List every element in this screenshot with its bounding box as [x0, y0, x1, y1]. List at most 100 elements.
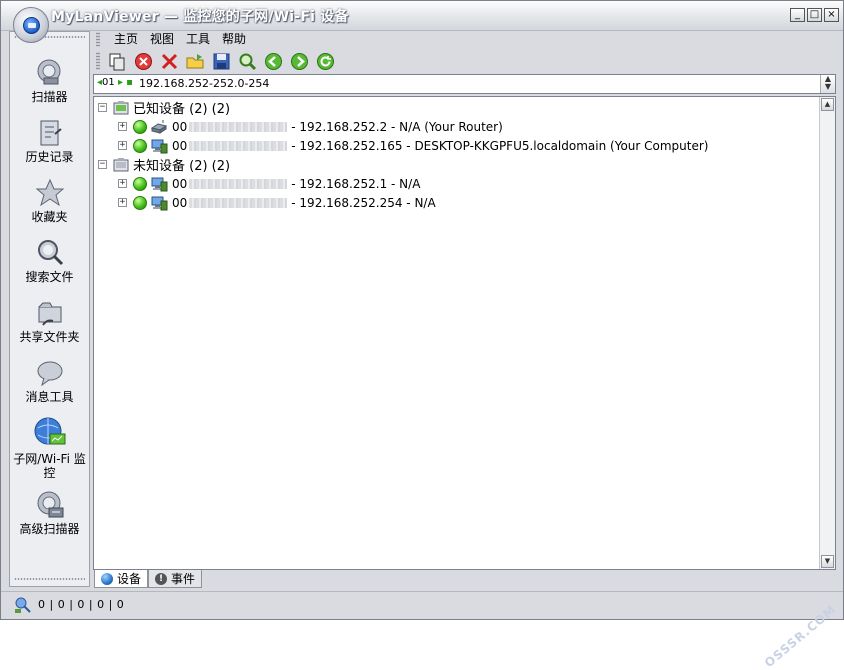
tree-row-device[interactable]: + 00 - 192.168.252.1 - N/A [118, 174, 420, 193]
ip-range-spinner[interactable]: ▲ ▼ [820, 75, 835, 93]
stop-button[interactable] [133, 51, 154, 72]
menu-grip[interactable] [96, 32, 100, 47]
subnet-monitor-icon [33, 416, 67, 450]
unknown-devices-icon [113, 157, 129, 171]
app-window: MyLanViewer — 监控您的子网/Wi-Fi 设备 _ □ × 扫描器 … [0, 0, 844, 670]
device-mac-prefix: 00 [172, 119, 188, 134]
menu-help[interactable]: 帮助 [216, 31, 252, 48]
device-tree[interactable]: − 已知设备 (2) (2) + 00 - 192.168.252.2 - N/… [93, 96, 836, 570]
expand-toggle[interactable]: + [118, 179, 127, 188]
tab-label: 事件 [171, 572, 196, 586]
ip-range-value: 192.168.252-252.0-254 [139, 77, 270, 90]
device-mac-prefix: 00 [172, 195, 188, 210]
find-icon [239, 53, 257, 70]
online-status-icon [133, 119, 147, 134]
device-info: - 192.168.252.254 - N/A [291, 195, 436, 210]
expand-toggle[interactable]: + [118, 122, 127, 131]
sidebar-item-shared-folders[interactable]: 共享文件夹 [10, 298, 89, 344]
masked-mac-address [189, 140, 288, 151]
devices-tab-icon [101, 572, 113, 585]
vertical-scrollbar[interactable]: ▲ ▼ [819, 97, 835, 569]
computer-icon [151, 196, 168, 210]
expand-toggle[interactable]: + [118, 198, 127, 207]
save-icon [213, 53, 230, 69]
ip-range-field[interactable]: ◂01 ▸ ▪ 192.168.252-252.0-254 ▲ ▼ [93, 74, 836, 94]
sidebar-item-label: 共享文件夹 [19, 330, 80, 344]
main-panel: 主页 视图 工具 帮助 ◂01 ▸ ▪ 192.168.252-252.0-25… [91, 31, 839, 589]
menu-tools[interactable]: 工具 [180, 31, 216, 48]
copy-button[interactable] [107, 51, 128, 72]
sidebar-item-message-tools[interactable]: 消息工具 [10, 358, 89, 404]
sidebar-item-label: 收藏夹 [31, 210, 68, 224]
collapse-toggle[interactable]: − [98, 160, 107, 169]
tab-events[interactable]: ! 事件 [148, 570, 203, 588]
advanced-scanner-icon [35, 490, 65, 520]
delete-button[interactable] [159, 51, 180, 72]
sidebar-item-scanner[interactable]: 扫描器 [10, 58, 89, 104]
sidebar-item-subnet-monitor[interactable]: 子网/Wi-Fi 监控 [10, 416, 89, 480]
find-button[interactable] [237, 51, 258, 72]
back-button[interactable] [263, 51, 284, 72]
tree-row-device[interactable]: + 00 - 192.168.252.254 - N/A [118, 193, 436, 212]
online-status-icon [133, 195, 147, 210]
computer-icon [151, 177, 168, 191]
sidebar-item-label: 子网/Wi-Fi 监控 [13, 452, 86, 480]
tree-group-label: 已知设备 (2) (2) [133, 102, 231, 117]
tree-group-known[interactable]: − 已知设备 (2) (2) [98, 98, 230, 117]
maximize-button[interactable]: □ [807, 8, 822, 22]
sidebar-item-label: 消息工具 [25, 390, 74, 404]
toolbar [96, 50, 336, 72]
info-icon: ! [155, 572, 168, 585]
router-icon [150, 119, 168, 134]
collapse-toggle[interactable]: − [98, 103, 107, 112]
refresh-button[interactable] [315, 51, 336, 72]
computer-icon [151, 139, 168, 153]
tree-row-device[interactable]: + 00 - 192.168.252.165 - DESKTOP-KKGPFU5… [118, 136, 708, 155]
known-devices-icon [113, 100, 129, 114]
status-counters: 0 | 0 | 0 | 0 | 0 [38, 598, 124, 611]
close-button[interactable]: × [824, 8, 839, 22]
message-icon [35, 358, 65, 388]
device-info: - 192.168.252.1 - N/A [291, 176, 421, 191]
online-status-icon [133, 176, 147, 191]
minimize-button[interactable]: _ [790, 8, 805, 22]
sidebar-item-history[interactable]: 历史记录 [10, 118, 89, 164]
device-info: - 192.168.252.165 - DESKTOP-KKGPFU5.loca… [291, 138, 709, 153]
back-icon [265, 52, 282, 70]
device-mac-prefix: 00 [172, 138, 188, 153]
bottom-tabs: 设备 ! 事件 [94, 570, 203, 588]
title-bar[interactable]: MyLanViewer — 监控您的子网/Wi-Fi 设备 _ □ × [1, 1, 843, 31]
toolbar-grip[interactable] [96, 52, 100, 70]
tree-group-unknown[interactable]: − 未知设备 (2) (2) [98, 155, 230, 174]
scroll-up-button[interactable]: ▲ [821, 98, 834, 111]
stop-icon [135, 52, 152, 70]
sidebar-item-search-files[interactable]: 搜索文件 [10, 238, 89, 284]
sidebar-item-advanced-scanner[interactable]: 高级扫描器 [10, 490, 89, 536]
refresh-icon [317, 52, 334, 70]
tree-row-device[interactable]: + 00 - 192.168.252.2 - N/A (Your Router) [118, 117, 503, 136]
tab-devices[interactable]: 设备 [94, 570, 149, 588]
online-status-icon [133, 138, 147, 153]
star-icon [35, 178, 65, 208]
open-button[interactable] [185, 51, 206, 72]
window-controls: _ □ × [790, 8, 839, 22]
sidebar-item-label: 扫描器 [31, 90, 68, 104]
sidebar-item-label: 搜索文件 [25, 270, 74, 284]
forward-icon [291, 52, 308, 70]
app-logo-icon[interactable] [13, 7, 49, 43]
copy-icon [109, 53, 125, 70]
expand-toggle[interactable]: + [118, 141, 127, 150]
tree-group-label: 未知设备 (2) (2) [133, 159, 231, 174]
scroll-down-button[interactable]: ▼ [821, 555, 834, 568]
menu-view[interactable]: 视图 [144, 31, 180, 48]
open-folder-icon [186, 53, 204, 68]
device-info: - 192.168.252.2 - N/A (Your Router) [291, 119, 503, 134]
forward-button[interactable] [289, 51, 310, 72]
menu-home[interactable]: 主页 [108, 31, 144, 48]
history-icon [35, 118, 65, 148]
shared-folder-icon [35, 298, 65, 328]
save-button[interactable] [211, 51, 232, 72]
sidebar-item-label: 历史记录 [25, 150, 74, 164]
status-bar: 0 | 0 | 0 | 0 | 0 [1, 591, 843, 619]
sidebar-item-favorites[interactable]: 收藏夹 [10, 178, 89, 224]
